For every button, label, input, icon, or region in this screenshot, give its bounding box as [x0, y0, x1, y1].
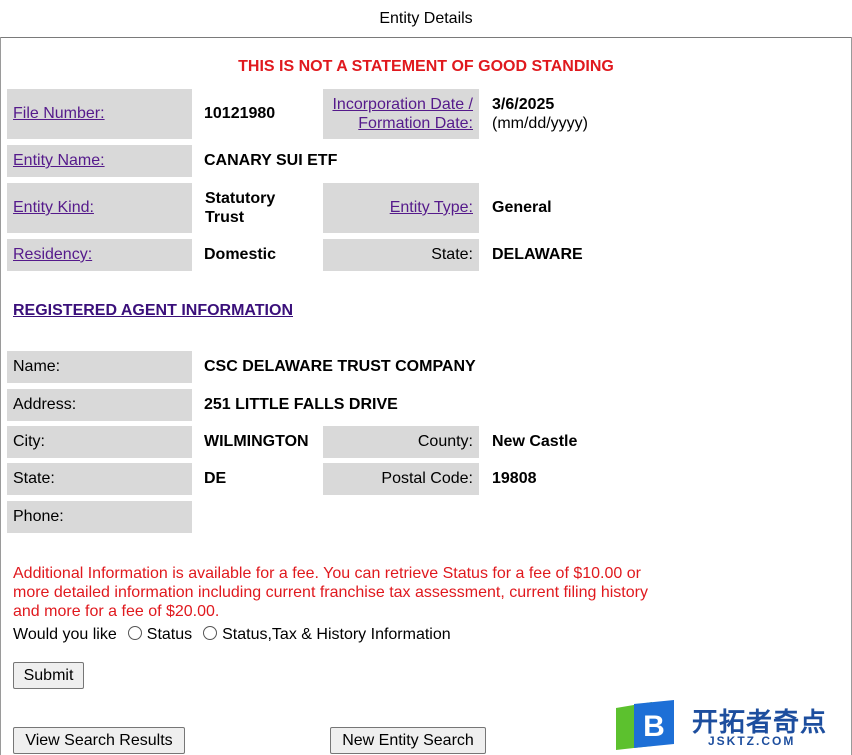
agent-state-value: DE — [204, 470, 227, 487]
agent-address-label: Address: — [7, 389, 192, 421]
full-info-radio[interactable] — [203, 626, 218, 640]
purchase-question: Would you like — [13, 626, 117, 643]
inc-date-value: 3/6/2025 — [492, 96, 555, 113]
residency-link[interactable]: Residency: — [13, 246, 92, 264]
file-number-label-cell: File Number: — [7, 89, 192, 139]
entity-kind-value: Statutory Trust — [205, 189, 275, 227]
agent-county-value: New Castle — [492, 433, 578, 450]
entity-type-link[interactable]: Entity Type: — [390, 199, 473, 217]
agent-phone-label: Phone: — [7, 501, 192, 533]
agent-name-label: Name: — [7, 351, 192, 383]
logo-letter: B — [643, 710, 665, 743]
entity-kind-line1: Statutory — [205, 190, 276, 207]
agent-city-label: City: — [7, 426, 192, 458]
site-logo: B 开拓者奇点 JSKTZ.COM — [612, 698, 842, 754]
state-value: DELAWARE — [492, 246, 583, 263]
agent-county-label: County: — [323, 426, 479, 458]
entity-kind-line2: Trust — [205, 209, 245, 226]
registered-agent-section-link[interactable]: REGISTERED AGENT INFORMATION — [13, 302, 293, 320]
inc-date-link-line1[interactable]: Incorporation Date / — [332, 95, 473, 114]
entity-name-link[interactable]: Entity Name: — [13, 152, 105, 170]
page-header: Entity Details — [0, 0, 852, 38]
entity-kind-label-cell: Entity Kind: — [7, 183, 192, 233]
status-radio[interactable] — [127, 626, 142, 640]
view-search-results-button[interactable]: View Search Results — [13, 727, 185, 754]
left-border — [0, 37, 1, 755]
good-standing-warning: THIS IS NOT A STATEMENT OF GOOD STANDING — [238, 58, 614, 75]
inc-date-format: (mm/dd/yyyy) — [492, 115, 588, 132]
residency-label-cell: Residency: — [7, 239, 192, 271]
agent-state-label: State: — [7, 463, 192, 495]
new-entity-search-button[interactable]: New Entity Search — [330, 727, 486, 754]
submit-button[interactable]: Submit — [13, 662, 84, 689]
fee-notice: Additional Information is available for … — [13, 565, 648, 620]
logo-b-icon: B — [616, 700, 674, 750]
entity-name-value: CANARY SUI ETF — [204, 152, 338, 169]
logo-domain-text: JSKTZ.COM — [708, 734, 796, 748]
agent-name-value: CSC DELAWARE TRUST COMPANY — [204, 358, 476, 375]
residency-value: Domestic — [204, 246, 277, 263]
entity-type-value: General — [492, 199, 552, 216]
state-label: State: — [323, 239, 479, 271]
agent-postal-value: 19808 — [492, 470, 537, 487]
agent-address-value: 251 LITTLE FALLS DRIVE — [204, 396, 398, 413]
inc-date-link-line2[interactable]: Formation Date: — [358, 114, 473, 133]
entity-kind-link[interactable]: Entity Kind: — [13, 199, 94, 217]
inc-date-label-cell: Incorporation Date / Formation Date: — [323, 89, 479, 139]
file-number-value: 10121980 — [204, 105, 276, 122]
agent-city-value: WILMINGTON — [204, 433, 309, 450]
page-title: Entity Details — [379, 10, 473, 27]
purchase-options: Would you like Status Status,Tax & Histo… — [13, 626, 451, 644]
entity-type-label-cell: Entity Type: — [323, 183, 479, 233]
file-number-link[interactable]: File Number: — [13, 105, 105, 123]
inc-date-block: 3/6/2025 (mm/dd/yyyy) — [492, 95, 588, 133]
status-radio-label[interactable]: Status — [147, 626, 192, 644]
entity-name-label-cell: Entity Name: — [7, 145, 192, 177]
agent-postal-label: Postal Code: — [323, 463, 479, 495]
full-info-radio-label[interactable]: Status,Tax & History Information — [222, 626, 451, 644]
